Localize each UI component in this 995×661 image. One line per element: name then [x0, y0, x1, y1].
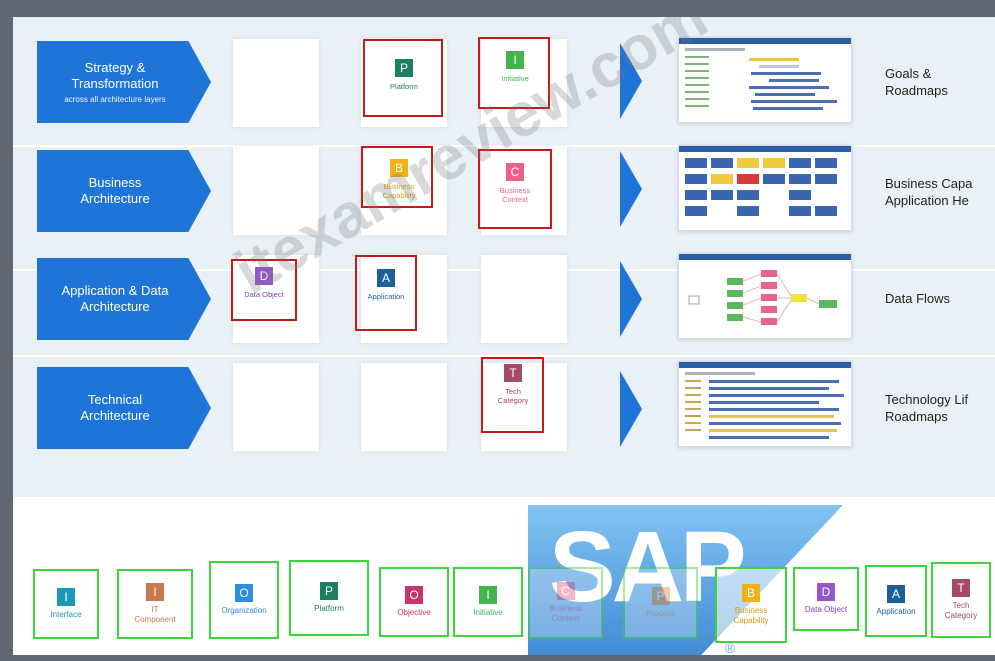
layer-subtitle: across all architecture layers	[64, 95, 166, 104]
layer-strategy: Strategy & Transformation across all arch…	[37, 41, 211, 123]
initiative-icon: I	[479, 586, 497, 604]
tile-label: IT Component	[134, 605, 176, 624]
layer-application-data: Application & Data Architecture	[37, 258, 211, 340]
interface-icon: I	[57, 588, 75, 606]
application-icon: A	[887, 585, 905, 603]
layer-title: Application & Data Architecture	[61, 283, 169, 314]
grid-card	[481, 255, 567, 343]
data-object-icon: D	[817, 583, 835, 601]
highlight-box	[355, 255, 417, 331]
layer-title: Technical Architecture	[80, 392, 150, 423]
legend-tile-application[interactable]: A Application	[865, 565, 927, 637]
business-context-icon: C	[556, 582, 575, 600]
tile-label: Interface	[50, 610, 82, 619]
layer-business: Business Architecture	[37, 150, 211, 232]
tile-label: Organization	[221, 606, 267, 615]
outcome-label: Data Flows	[885, 291, 951, 306]
tile-label: Process	[646, 609, 675, 618]
layer-title: Business Architecture	[80, 175, 150, 206]
tile-label: Application	[876, 607, 916, 616]
it-component-icon: I	[146, 583, 164, 601]
capability-map-preview	[678, 145, 852, 231]
legend-tile-business-context[interactable]: C Business Context	[528, 567, 603, 639]
outcome-label: Goals & Roadmaps	[885, 66, 948, 98]
legend-tile-tech-category[interactable]: T Tech Category	[931, 562, 991, 638]
grid-card	[233, 39, 319, 127]
process-icon: P	[651, 587, 670, 605]
legend-tile-process[interactable]: P Process	[623, 567, 698, 639]
tile-label: Platform	[314, 604, 344, 613]
outcome-label: Business Capa Application He	[885, 176, 973, 208]
legend-tile-initiative[interactable]: I Initiative	[453, 567, 523, 637]
legend-tile-platform[interactable]: P Platform	[289, 560, 369, 636]
layer-technical: Technical Architecture	[37, 367, 211, 449]
tile-label: Objective	[397, 608, 431, 617]
tile-label: Business Context	[549, 604, 582, 623]
objective-icon: O	[405, 586, 423, 604]
platform-icon: P	[320, 582, 338, 600]
layer-title: Strategy & Transformation	[71, 60, 159, 91]
tile-label: Data Object	[804, 605, 848, 614]
highlight-box	[363, 39, 443, 117]
outcome-label: Technology Lif Roadmaps	[885, 392, 969, 424]
tech-category-icon: T	[952, 579, 970, 597]
legend-tile-organization[interactable]: O Organization	[209, 561, 279, 639]
tile-label: Tech Category	[944, 601, 978, 620]
legend-tile-data-object[interactable]: D Data Object	[793, 567, 859, 631]
data-flow-preview	[678, 253, 852, 339]
legend-tile-objective[interactable]: O Objective	[379, 567, 449, 637]
legend-tile-business-capability[interactable]: B Business Capability	[715, 567, 787, 643]
highlight-box	[481, 357, 544, 433]
business-capability-icon: B	[742, 584, 760, 602]
legend-tile-it-component[interactable]: I IT Component	[117, 569, 193, 639]
technology-roadmap-preview	[678, 361, 852, 447]
grid-card	[361, 363, 447, 451]
organization-icon: O	[235, 584, 253, 602]
grid-card	[233, 363, 319, 451]
tile-label: Business Capability	[733, 606, 769, 625]
architecture-canvas: Strategy & Transformation across all arch…	[13, 17, 995, 655]
tile-label: Initiative	[473, 608, 503, 617]
legend-tile-interface[interactable]: I Interface	[33, 569, 99, 639]
